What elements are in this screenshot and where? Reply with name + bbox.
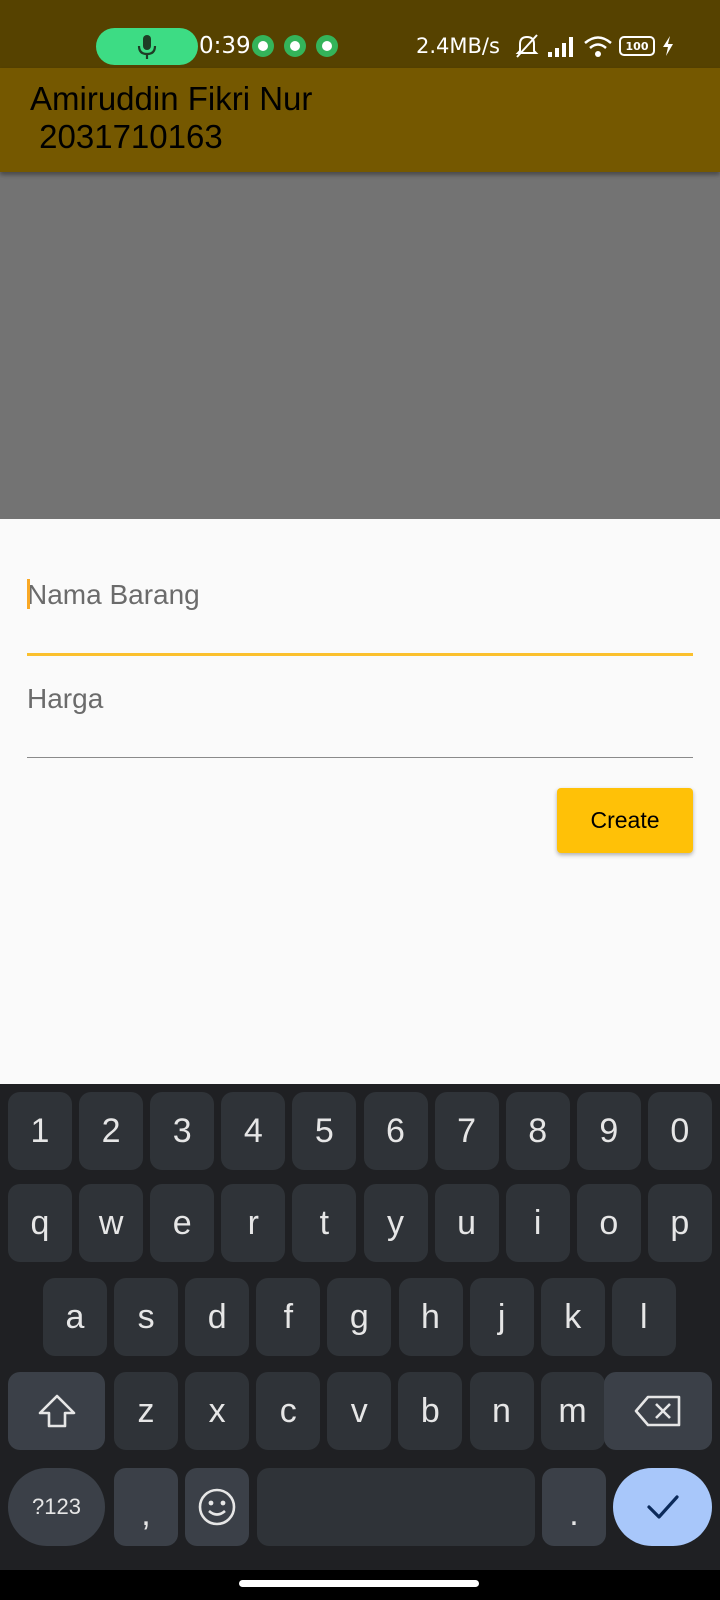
signal-icon <box>548 37 573 57</box>
key-a[interactable]: a <box>43 1278 107 1356</box>
key-m[interactable]: m <box>540 1372 605 1450</box>
create-button[interactable]: Create <box>557 788 693 853</box>
key-v[interactable]: v <box>327 1372 392 1450</box>
emoji-key[interactable] <box>185 1468 249 1546</box>
battery-icon: 100 <box>619 36 655 56</box>
key-3[interactable]: 3 <box>150 1092 215 1170</box>
key-e[interactable]: e <box>150 1184 215 1262</box>
status-bar: 0:39 2.4MB/s 100 <box>0 0 720 68</box>
key-o[interactable]: o <box>576 1184 641 1262</box>
key-h[interactable]: h <box>398 1278 463 1356</box>
key-b[interactable]: b <box>398 1372 463 1450</box>
item-name-input[interactable] <box>27 575 693 615</box>
mic-active-indicator[interactable] <box>96 28 198 65</box>
key-y[interactable]: y <box>363 1184 428 1262</box>
key-6[interactable]: 6 <box>363 1092 428 1170</box>
key-k[interactable]: k <box>540 1278 605 1356</box>
symbols-key[interactable]: ?123 <box>8 1468 105 1546</box>
key-w[interactable]: w <box>79 1184 144 1262</box>
check-icon <box>646 1495 679 1519</box>
key-u[interactable]: u <box>434 1184 499 1262</box>
key-x[interactable]: x <box>185 1372 250 1450</box>
price-input[interactable] <box>27 679 693 719</box>
key-n[interactable]: n <box>469 1372 534 1450</box>
key-4[interactable]: 4 <box>221 1092 286 1170</box>
mute-bell-icon <box>515 34 539 58</box>
enter-key[interactable] <box>613 1468 712 1546</box>
price-underline <box>27 757 693 758</box>
key-2[interactable]: 2 <box>79 1092 144 1170</box>
key-5[interactable]: 5 <box>292 1092 357 1170</box>
notification-app-icon <box>316 35 338 57</box>
whatsapp-icon <box>284 35 306 57</box>
key-g[interactable]: g <box>327 1278 392 1356</box>
key-r[interactable]: r <box>221 1184 286 1262</box>
comma-key[interactable]: , <box>114 1468 178 1546</box>
key-i[interactable]: i <box>505 1184 570 1262</box>
backspace-icon <box>634 1395 681 1427</box>
item-name-underline <box>27 653 693 656</box>
mic-icon <box>137 34 157 59</box>
key-q[interactable]: q <box>8 1184 72 1262</box>
text-cursor <box>27 579 30 609</box>
bottom-sheet-form: Create <box>0 519 720 1084</box>
key-7[interactable]: 7 <box>434 1092 499 1170</box>
wifi-icon <box>584 36 612 57</box>
key-s[interactable]: s <box>114 1278 179 1356</box>
modal-scrim[interactable] <box>0 172 720 519</box>
key-d[interactable]: d <box>185 1278 250 1356</box>
key-t[interactable]: t <box>292 1184 357 1262</box>
price-field[interactable] <box>27 679 693 759</box>
app-title: Amiruddin Fikri Nur 2031710163 <box>30 80 313 155</box>
key-l[interactable]: l <box>611 1278 676 1356</box>
shift-icon <box>38 1394 75 1428</box>
key-0[interactable]: 0 <box>647 1092 712 1170</box>
shift-key[interactable] <box>8 1372 105 1450</box>
space-key[interactable] <box>257 1468 535 1546</box>
home-gesture-handle[interactable] <box>239 1580 479 1587</box>
on-screen-keyboard: 1234567890 qwertyuiop asdfghjkl zxcvbnm ?12… <box>0 1084 720 1570</box>
notification-app-icon <box>252 35 274 57</box>
network-speed: 2.4MB/s <box>416 34 500 58</box>
key-z[interactable]: z <box>114 1372 178 1450</box>
key-1[interactable]: 1 <box>8 1092 72 1170</box>
key-9[interactable]: 9 <box>576 1092 641 1170</box>
key-c[interactable]: c <box>256 1372 321 1450</box>
item-name-field[interactable] <box>27 569 693 657</box>
battery-level: 100 <box>625 39 649 53</box>
key-f[interactable]: f <box>256 1278 321 1356</box>
navigation-bar <box>0 1570 720 1600</box>
app-bar: Amiruddin Fikri Nur 2031710163 <box>0 68 720 172</box>
key-8[interactable]: 8 <box>505 1092 570 1170</box>
period-key[interactable]: . <box>542 1468 606 1546</box>
backspace-key[interactable] <box>604 1372 712 1450</box>
status-time: 0:39 <box>199 33 251 59</box>
charging-icon <box>663 36 673 56</box>
key-j[interactable]: j <box>469 1278 534 1356</box>
key-p[interactable]: p <box>647 1184 712 1262</box>
system-icons: 100 <box>513 30 675 62</box>
emoji-icon <box>198 1488 236 1526</box>
